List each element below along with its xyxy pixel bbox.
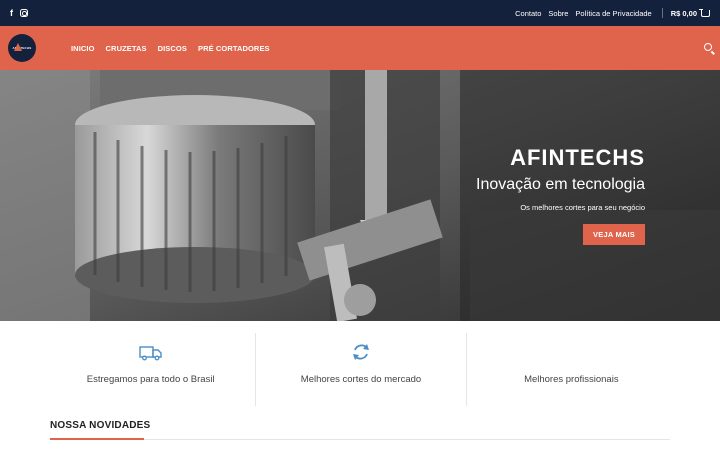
search-icon[interactable] <box>704 43 712 51</box>
feature-label: Melhores profissionais <box>524 374 619 385</box>
nav-item-inicio[interactable]: INICIO <box>71 44 95 53</box>
instagram-icon[interactable] <box>20 9 28 17</box>
cart-icon <box>699 8 710 17</box>
nav-item-cruzetas[interactable]: CRUZETAS <box>106 44 147 53</box>
nav-item-pre-cortadores[interactable]: PRÉ CORTADORES <box>198 44 270 53</box>
top-divider <box>661 8 663 18</box>
news-title: NOSSA NOVIDADES <box>50 420 151 431</box>
hero-title: AFINTECHS <box>510 145 645 170</box>
feature-professionals: Melhores profissionais <box>465 333 676 406</box>
main-nav: INICIO CRUZETAS DISCOS PRÉ CORTADORES <box>71 26 281 70</box>
feature-label: Estregamos para todo o Brasil <box>86 374 215 385</box>
hero-cta-button[interactable]: VEJA MAIS <box>583 224 645 245</box>
link-politica-privacidade[interactable]: Política de Privacidade <box>575 9 651 18</box>
link-contato[interactable]: Contato <box>515 9 541 18</box>
hero-subtitle: Inovação em tecnologia <box>476 176 645 193</box>
hero-copy: AFINTECHS Inovação em tecnologia Os melh… <box>476 147 645 245</box>
link-sobre[interactable]: Sobre <box>548 9 568 18</box>
site-logo[interactable]: AFINTECHS <box>8 34 36 62</box>
cart-total: R$ 0,00 <box>670 8 697 18</box>
refresh-icon <box>352 344 369 360</box>
nav-item-discos[interactable]: DISCOS <box>158 44 187 53</box>
placeholder-icon <box>559 342 583 362</box>
news-section: NOSSA NOVIDADES <box>50 420 670 440</box>
facebook-icon[interactable]: f <box>10 8 13 18</box>
feature-shipping: Estregamos para todo o Brasil <box>46 333 255 406</box>
top-links: Contato Sobre Política de Privacidade R$… <box>508 8 710 18</box>
feature-label: Melhores cortes do mercado <box>300 374 422 385</box>
main-header: AFINTECHS INICIO CRUZETAS DISCOS PRÉ COR… <box>0 26 720 70</box>
social-links: f <box>10 8 28 18</box>
logo-mark-icon <box>14 43 22 51</box>
feature-cuts: Melhores cortes do mercado <box>255 333 465 406</box>
truck-icon <box>138 346 162 361</box>
news-title-underline <box>50 438 144 440</box>
hero-banner: AFINTECHS Inovação em tecnologia Os melh… <box>0 70 720 321</box>
top-bar: f Contato Sobre Política de Privacidade … <box>0 0 720 26</box>
hero-description: Os melhores cortes para seu negócio <box>520 203 645 212</box>
features-row: Estregamos para todo o Brasil Melhores c… <box>46 333 676 406</box>
cart-button[interactable]: R$ 0,00 <box>670 8 710 18</box>
